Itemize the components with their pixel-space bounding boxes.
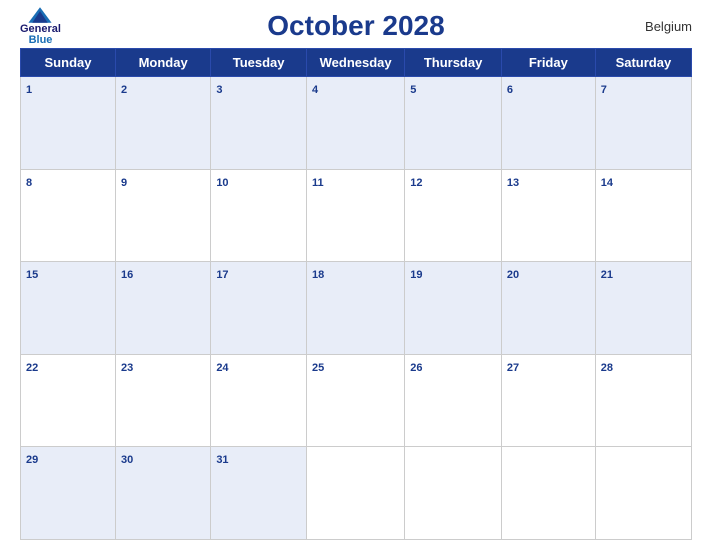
day-number: 24 (216, 362, 228, 374)
day-header-sunday: Sunday (21, 49, 116, 77)
calendar-week-row: 29 30 31 (21, 447, 692, 540)
calendar-header: General Blue October 2028 Belgium (20, 10, 692, 42)
day-number: 31 (216, 454, 228, 466)
day-number: 2 (121, 84, 127, 96)
calendar-cell: 8 (21, 169, 116, 262)
day-header-thursday: Thursday (405, 49, 502, 77)
day-number: 20 (507, 269, 519, 281)
day-number: 27 (507, 362, 519, 374)
day-number: 28 (601, 362, 613, 374)
day-number: 12 (410, 177, 422, 189)
calendar-cell: 28 (595, 354, 691, 447)
calendar-cell: 1 (21, 77, 116, 170)
calendar-cell: 10 (211, 169, 307, 262)
calendar-cell: 4 (306, 77, 404, 170)
calendar-cell: 15 (21, 262, 116, 355)
calendar-week-row: 1 2 3 4 5 6 7 (21, 77, 692, 170)
calendar-cell: 25 (306, 354, 404, 447)
day-header-monday: Monday (116, 49, 211, 77)
calendar-cell: 29 (21, 447, 116, 540)
calendar-cell: 26 (405, 354, 502, 447)
day-number: 26 (410, 362, 422, 374)
calendar-cell: 2 (116, 77, 211, 170)
calendar-cell: 3 (211, 77, 307, 170)
day-number: 23 (121, 362, 133, 374)
calendar-cell: 27 (501, 354, 595, 447)
day-number: 18 (312, 269, 324, 281)
logo-icon (26, 6, 54, 24)
day-number: 4 (312, 84, 318, 96)
calendar-cell: 12 (405, 169, 502, 262)
calendar-cell: 5 (405, 77, 502, 170)
calendar-cell: 13 (501, 169, 595, 262)
day-number: 21 (601, 269, 613, 281)
logo-blue-text: Blue (29, 35, 53, 46)
calendar-cell: 22 (21, 354, 116, 447)
logo: General Blue (20, 6, 61, 46)
calendar-cell: 11 (306, 169, 404, 262)
calendar-cell: 16 (116, 262, 211, 355)
country-label: Belgium (645, 19, 692, 34)
day-header-wednesday: Wednesday (306, 49, 404, 77)
calendar-cell: 31 (211, 447, 307, 540)
calendar-cell: 30 (116, 447, 211, 540)
calendar-cell: 14 (595, 169, 691, 262)
calendar-table: SundayMondayTuesdayWednesdayThursdayFrid… (20, 48, 692, 540)
calendar-cell: 24 (211, 354, 307, 447)
calendar-cell: 6 (501, 77, 595, 170)
day-header-friday: Friday (501, 49, 595, 77)
day-number: 22 (26, 362, 38, 374)
calendar-cell: 19 (405, 262, 502, 355)
day-number: 6 (507, 84, 513, 96)
calendar-cell (501, 447, 595, 540)
calendar-cell: 23 (116, 354, 211, 447)
calendar-cell (306, 447, 404, 540)
day-number: 8 (26, 177, 32, 189)
day-number: 9 (121, 177, 127, 189)
day-number: 15 (26, 269, 38, 281)
calendar-cell: 20 (501, 262, 595, 355)
calendar-week-row: 15 16 17 18 19 20 21 (21, 262, 692, 355)
calendar-cell: 18 (306, 262, 404, 355)
day-number: 1 (26, 84, 32, 96)
day-number: 19 (410, 269, 422, 281)
day-number: 11 (312, 177, 324, 189)
calendar-cell: 21 (595, 262, 691, 355)
day-number: 16 (121, 269, 133, 281)
day-number: 14 (601, 177, 613, 189)
calendar-cell: 7 (595, 77, 691, 170)
day-number: 10 (216, 177, 228, 189)
calendar-cell (405, 447, 502, 540)
day-header-saturday: Saturday (595, 49, 691, 77)
day-header-tuesday: Tuesday (211, 49, 307, 77)
day-number: 13 (507, 177, 519, 189)
calendar-cell (595, 447, 691, 540)
calendar-cell: 9 (116, 169, 211, 262)
calendar-cell: 17 (211, 262, 307, 355)
days-header-row: SundayMondayTuesdayWednesdayThursdayFrid… (21, 49, 692, 77)
day-number: 5 (410, 84, 416, 96)
calendar-week-row: 22 23 24 25 26 27 28 (21, 354, 692, 447)
day-number: 17 (216, 269, 228, 281)
calendar-week-row: 8 9 10 11 12 13 14 (21, 169, 692, 262)
day-number: 3 (216, 84, 222, 96)
month-title: October 2028 (267, 10, 444, 42)
day-number: 7 (601, 84, 607, 96)
day-number: 29 (26, 454, 38, 466)
day-number: 30 (121, 454, 133, 466)
day-number: 25 (312, 362, 324, 374)
